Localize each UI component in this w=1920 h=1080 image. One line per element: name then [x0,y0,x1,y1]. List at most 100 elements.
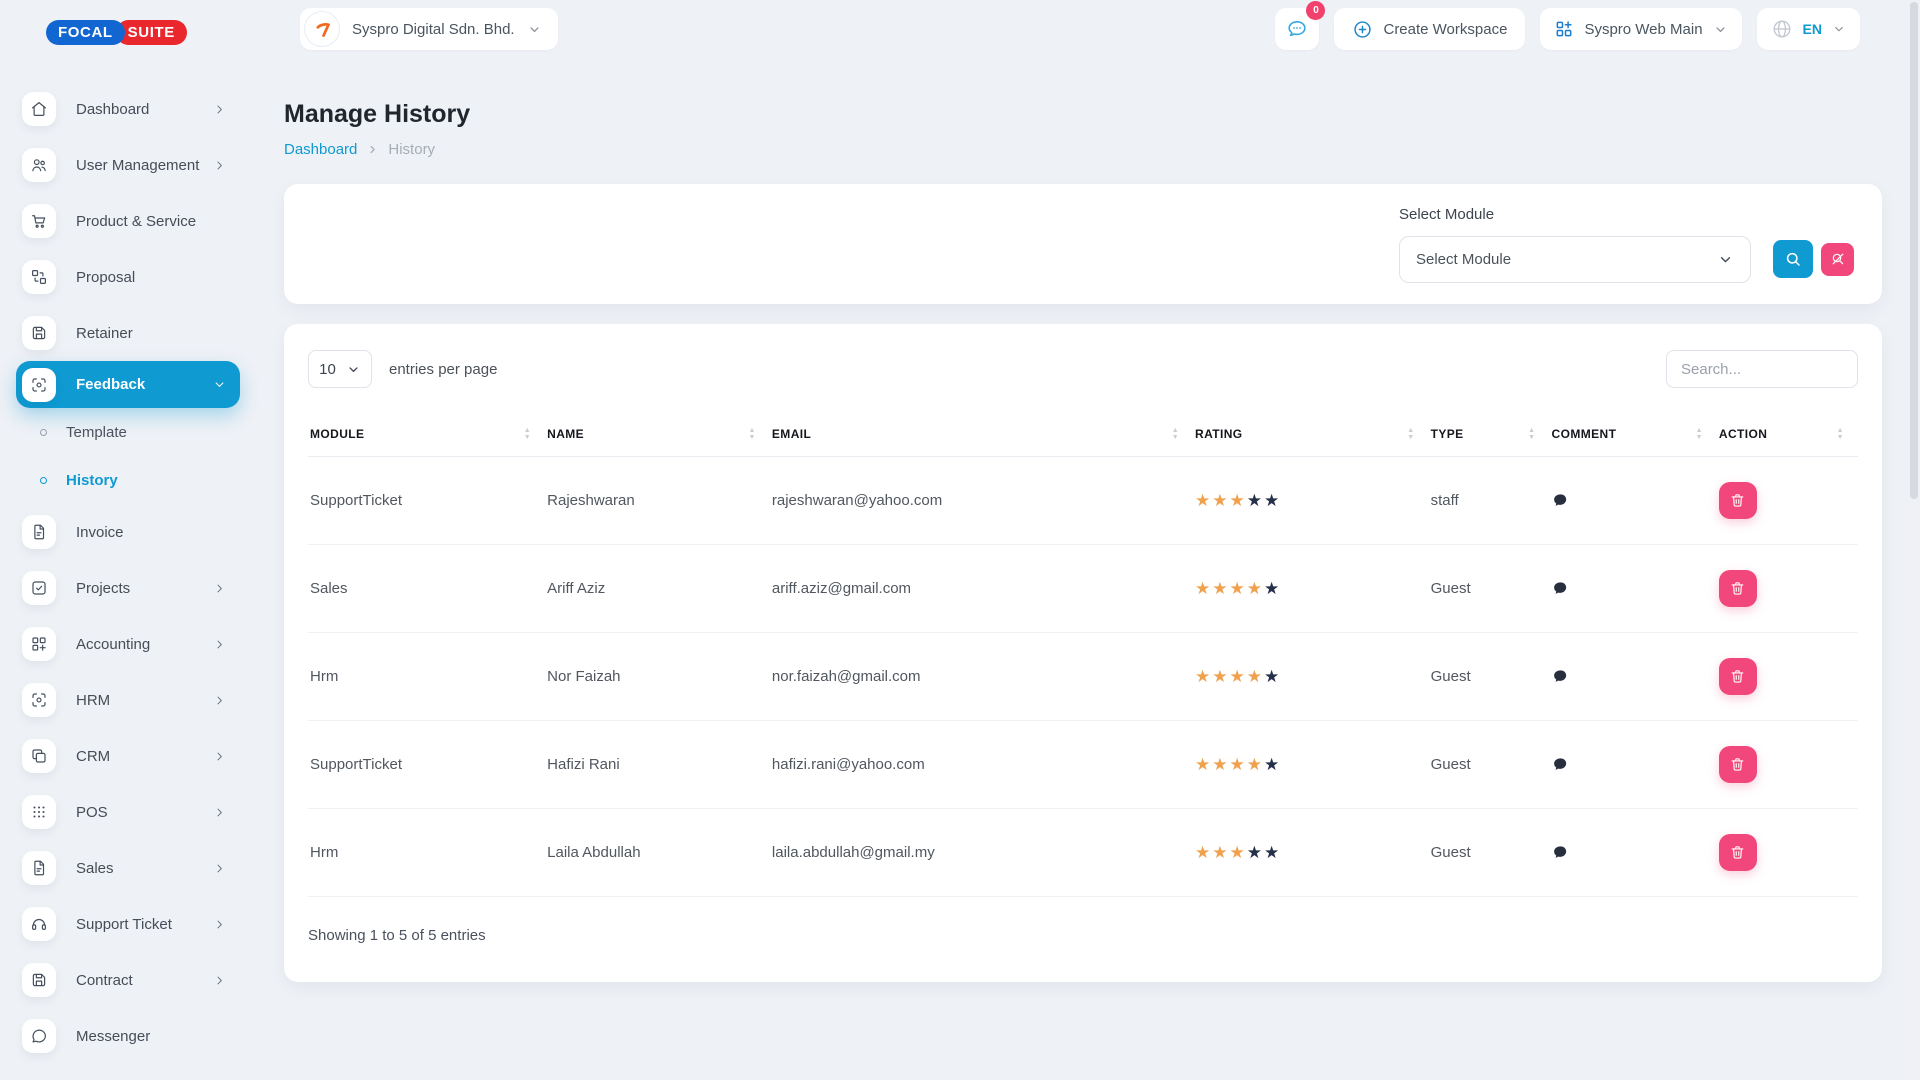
sidebar-item-crm[interactable]: CRM [0,728,240,784]
delete-button[interactable] [1719,482,1757,519]
sidebar-item-projects[interactable]: Projects [0,560,240,616]
star-icon: ★ [1230,579,1247,598]
globe-icon [1771,18,1793,40]
chevron-right-icon [212,805,227,820]
sidebar-item-user-management[interactable]: User Management [0,137,240,193]
reset-filter-button[interactable] [1821,243,1854,276]
scan-icon [22,368,56,402]
sidebar-item-feedback[interactable]: Feedback [16,361,240,408]
sidebar-item-accounting[interactable]: Accounting [0,616,240,672]
sidebar-item-invoice[interactable]: Invoice [0,504,240,560]
dots-grid-icon [22,795,56,829]
filter-buttons [1773,240,1854,278]
table-row: HrmLaila Abdullahlaila.abdullah@gmail.my… [308,809,1858,897]
column-header-comment[interactable]: COMMENT▲▼ [1550,412,1717,457]
comment-bubble-icon [1552,580,1569,597]
star-icon: ★ [1247,491,1264,510]
sidebar: FOCAL SUITE DashboardUser ManagementProd… [0,0,240,1080]
history-table-card: 10 entries per page MODULE▲▼ NAME▲▼ EMAI… [284,324,1882,982]
page-size-select[interactable]: 10 [308,350,372,388]
sidebar-item-dashboard[interactable]: Dashboard [0,81,240,137]
sidebar-item-support-ticket[interactable]: Support Ticket [0,896,240,952]
sidebar-subitem-template[interactable]: Template [0,408,240,456]
cell-name: Laila Abdullah [545,809,770,897]
cell-action [1717,633,1858,721]
search-button[interactable] [1773,240,1813,278]
chevron-down-icon [1832,22,1846,36]
comment-button[interactable] [1552,756,1569,773]
column-header-action[interactable]: ACTION▲▼ [1717,412,1858,457]
comment-button[interactable] [1552,668,1569,685]
page-scrollbar[interactable] [1908,0,1920,1080]
column-header-type[interactable]: TYPE▲▼ [1429,412,1550,457]
topbar-right-group: 0 Create Workspace Syspro Web Main [1275,8,1860,50]
column-header-module[interactable]: MODULE▲▼ [308,412,545,457]
star-icon: ★ [1264,755,1281,774]
column-header-rating[interactable]: RATING▲▼ [1193,412,1429,457]
cell-action [1717,721,1858,809]
workspace-menu[interactable]: Syspro Web Main [1540,8,1741,50]
sidebar-item-label: Accounting [76,636,212,653]
scrollbar-thumb[interactable] [1910,2,1918,499]
column-header-email[interactable]: EMAIL▲▼ [770,412,1193,457]
table-search-input[interactable] [1666,350,1858,388]
sidebar-item-pos[interactable]: POS [0,784,240,840]
breadcrumb-dashboard-link[interactable]: Dashboard [284,141,357,158]
workspace-menu-label: Syspro Web Main [1584,21,1702,38]
sidebar-subitem-label: Template [66,424,127,441]
sidebar-item-contract[interactable]: Contract [0,952,240,1008]
sidebar-subitem-history[interactable]: History [0,456,240,504]
cell-rating: ★★★★★ [1193,457,1429,545]
chevron-right-icon [212,917,227,932]
sidebar-item-proposal[interactable]: Proposal [0,249,240,305]
sort-icon: ▲▼ [1696,427,1703,441]
chevron-down-icon [527,22,542,37]
filter-card: Select Module Select Module [284,184,1882,304]
star-icon: ★ [1247,755,1264,774]
star-icon: ★ [1264,579,1281,598]
cell-module: Hrm [308,809,545,897]
sidebar-item-label: Feedback [76,376,212,393]
users-icon [22,148,56,182]
delete-button[interactable] [1719,570,1757,607]
delete-button[interactable] [1719,746,1757,783]
cell-name: Hafizi Rani [545,721,770,809]
sidebar-item-hrm[interactable]: HRM [0,672,240,728]
cell-rating: ★★★★★ [1193,545,1429,633]
star-icon: ★ [1247,579,1264,598]
workspace-selector[interactable]: Syspro Digital Sdn. Bhd. [300,8,558,50]
create-workspace-button[interactable]: Create Workspace [1334,8,1525,50]
comment-button[interactable] [1552,492,1569,509]
sort-icon: ▲▼ [1837,427,1844,441]
cell-email: rajeshwaran@yahoo.com [770,457,1193,545]
sidebar-item-label: Proposal [76,269,240,286]
cell-type: staff [1429,457,1550,545]
cell-module: Sales [308,545,545,633]
sidebar-item-label: Messenger [76,1028,240,1045]
module-select[interactable]: Select Module [1399,236,1751,283]
trash-icon [1729,668,1746,685]
comment-button[interactable] [1552,580,1569,597]
page-size-value: 10 [319,361,336,378]
headphones-icon [22,907,56,941]
table-row: SupportTicketHafizi Ranihafizi.rani@yaho… [308,721,1858,809]
language-selector[interactable]: EN [1757,8,1860,50]
sidebar-item-product-service[interactable]: Product & Service [0,193,240,249]
cell-comment [1550,545,1717,633]
sidebar-item-label: Projects [76,580,212,597]
column-header-name[interactable]: NAME▲▼ [545,412,770,457]
sidebar-item-sales[interactable]: Sales [0,840,240,896]
sidebar-item-label: Contract [76,972,212,989]
sidebar-item-retainer[interactable]: Retainer [0,305,240,361]
sidebar-item-label: Invoice [76,524,240,541]
module-select-group: Select Module Select Module [1399,206,1751,283]
delete-button[interactable] [1719,834,1757,871]
sidebar-menu: DashboardUser ManagementProduct & Servic… [0,45,240,1064]
sidebar-item-messenger[interactable]: Messenger [0,1008,240,1064]
delete-button[interactable] [1719,658,1757,695]
star-icon: ★ [1195,579,1212,598]
messages-button[interactable]: 0 [1275,8,1319,50]
chevron-right-icon [212,973,227,988]
comment-button[interactable] [1552,844,1569,861]
app-root: FOCAL SUITE DashboardUser ManagementProd… [0,0,1920,1080]
